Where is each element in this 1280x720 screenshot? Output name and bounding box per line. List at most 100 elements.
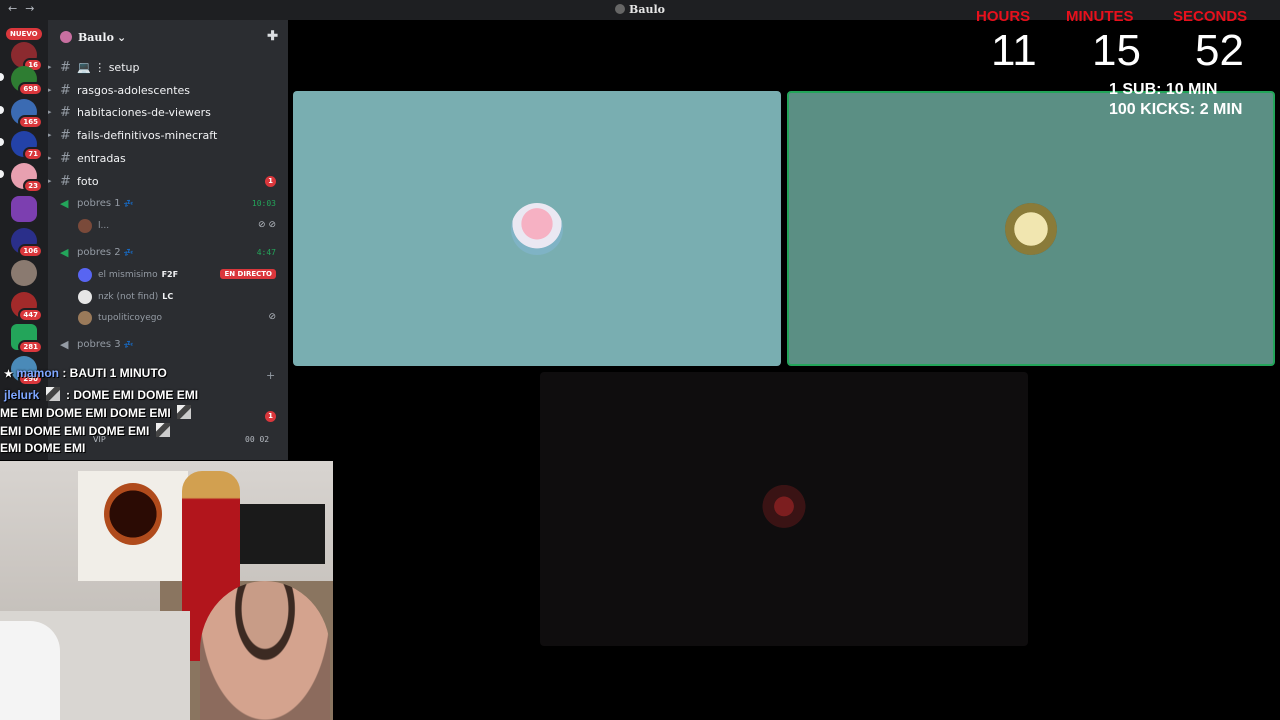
user-tag: F2F [161, 270, 179, 279]
unread-pill [0, 106, 4, 114]
channel-fails-definitivos-minecraft[interactable]: ▸ # fails-definitivos-minecraft [48, 125, 288, 145]
voice-user[interactable]: tupoliticoyego ⊘ [48, 308, 288, 328]
server-icon[interactable] [11, 196, 37, 222]
server-name: Baulo [78, 30, 114, 44]
expand-icon: ▸ [48, 131, 52, 139]
video-tile-1[interactable] [293, 91, 781, 366]
hours-label: HOURS [976, 8, 1031, 25]
emote-icon [155, 423, 170, 437]
server-icon[interactable] [11, 260, 37, 286]
hash-icon: # [60, 82, 71, 98]
server-icon[interactable]: 447 [11, 292, 43, 322]
channel-name: rasgos-adolescentes [77, 83, 191, 97]
voice-user-name: nzk (not find) LC [98, 292, 174, 302]
chat-text: EMI DOME EMI DOME EMI [0, 424, 150, 438]
chat-message: EMI DOME EMI [0, 441, 85, 455]
seconds-value: 52 [1195, 26, 1244, 75]
expand-icon: ▸ [48, 86, 52, 94]
live-badge: EN DIRECTO [220, 269, 276, 279]
server-badge: 281 [18, 340, 43, 354]
minutes-label: MINUTES [1066, 8, 1134, 25]
voice-timer: 4:47 [256, 248, 276, 257]
voice-user-name: l... [98, 221, 110, 231]
streamer-webcam [0, 461, 333, 720]
server-icon[interactable]: 16 [11, 42, 43, 72]
hours-value: 11 [991, 26, 1037, 75]
server-badge: 23 [23, 179, 43, 193]
unread-pill [0, 138, 4, 146]
unread-pill [0, 73, 4, 81]
webcam-chair [0, 621, 60, 720]
server-icon [60, 31, 72, 43]
server-icon[interactable]: 281 [11, 324, 43, 354]
hash-icon: # [60, 173, 71, 189]
app-root: ← → Baulo NUEVO 16 698 165 71 23 106 447… [0, 0, 1280, 720]
channel-habitaciones-de-viewers[interactable]: ▸ # habitaciones-de-viewers [48, 102, 288, 122]
speaker-icon: ◀ [60, 338, 69, 351]
voice-channel-pobres-1[interactable]: ◀ pobres 1 💤 10:03 [48, 194, 288, 214]
stream-chat-overlay: ★ mamon : BAUTI 1 MINUTO jlelurk : DOME … [0, 363, 290, 463]
webcam-tv [240, 504, 325, 564]
video-tile-2-speaking[interactable] [787, 91, 1275, 366]
voice-channel-name: pobres 3 💤 [77, 339, 134, 350]
server-badge: 447 [18, 308, 43, 322]
chat-message: jlelurk : DOME EMI DOME EMI [4, 387, 198, 402]
chat-username: jlelurk [4, 388, 40, 402]
voice-user[interactable]: l... ⊘ ⊘ [48, 216, 288, 236]
chat-text: : BAUTI 1 MINUTO [62, 366, 167, 380]
expand-icon: ▸ [48, 63, 52, 71]
user-tag: LC [162, 292, 174, 301]
voice-timer: 10:03 [251, 199, 276, 208]
muted-icon: ⊘ [268, 312, 276, 322]
participant-avatar [511, 202, 563, 255]
chat-message: EMI DOME EMI DOME EMI [0, 423, 173, 438]
chat-badge-icon: ★ [4, 369, 13, 380]
chat-message: ME EMI DOME EMI DOME EMI [0, 405, 194, 420]
channel-entradas[interactable]: ▸ # entradas [48, 148, 288, 168]
voice-channel-name: pobres 1 💤 [77, 198, 134, 209]
voice-user[interactable]: nzk (not find) LC [48, 287, 288, 307]
add-member-icon[interactable]: ✚ [267, 29, 278, 44]
unread-badge: 1 [265, 175, 276, 187]
voice-user-name: el mismisimo F2F [98, 270, 179, 280]
voice-channel-pobres-3[interactable]: ◀ pobres 3 💤 [48, 335, 288, 355]
hash-icon: # [60, 104, 71, 120]
kicks-rule: 100 KICKS: 2 MIN [1109, 101, 1243, 118]
server-badge: 71 [23, 147, 43, 161]
expand-icon: ▸ [48, 177, 52, 185]
channel-name: fails-definitivos-minecraft [77, 128, 218, 142]
server-badge: 165 [18, 115, 43, 129]
chat-message: ★ mamon : BAUTI 1 MINUTO [4, 366, 167, 380]
emote-icon [45, 387, 60, 401]
server-icon[interactable]: 165 [11, 99, 43, 129]
new-badge[interactable]: NUEVO [6, 28, 42, 40]
voice-user[interactable]: el mismisimo F2F EN DIRECTO [48, 265, 288, 285]
server-icon[interactable]: 698 [11, 66, 43, 96]
channel-name: habitaciones-de-viewers [77, 105, 211, 119]
sub-rule: 1 SUB: 10 MIN [1109, 81, 1218, 98]
channel-rasgos-adolescentes[interactable]: ▸ # rasgos-adolescentes [48, 80, 288, 100]
voice-channel-name: pobres 2 💤 [77, 247, 134, 258]
participant-avatar [758, 483, 810, 535]
expand-icon: ▸ [48, 108, 52, 116]
chat-username: mamon [16, 366, 59, 380]
chat-text: : DOME EMI DOME EMI [66, 388, 199, 402]
server-header[interactable]: Baulo ⌄ ✚ [48, 20, 288, 54]
expand-icon: ▸ [48, 154, 52, 162]
channel-setup[interactable]: ▸ # 💻 ⋮ setup [48, 57, 288, 77]
avatar [78, 219, 92, 233]
webcam-eclipse-art [104, 483, 162, 545]
server-icon[interactable]: 106 [11, 228, 43, 258]
seconds-label: SECONDS [1173, 8, 1248, 25]
chat-text: EMI DOME EMI [0, 441, 86, 455]
channel-foto[interactable]: ▸ # foto 1 [48, 171, 288, 191]
hash-icon: # [60, 127, 71, 143]
server-icon[interactable]: 23 [11, 163, 43, 193]
server-badge: 106 [18, 244, 43, 258]
unread-pill [0, 170, 4, 178]
server-icon[interactable]: 71 [11, 131, 43, 161]
video-tile-3[interactable] [540, 372, 1028, 646]
server-badge: 698 [18, 82, 43, 96]
webcam-streamer [200, 581, 330, 720]
voice-channel-pobres-2[interactable]: ◀ pobres 2 💤 4:47 [48, 243, 288, 263]
